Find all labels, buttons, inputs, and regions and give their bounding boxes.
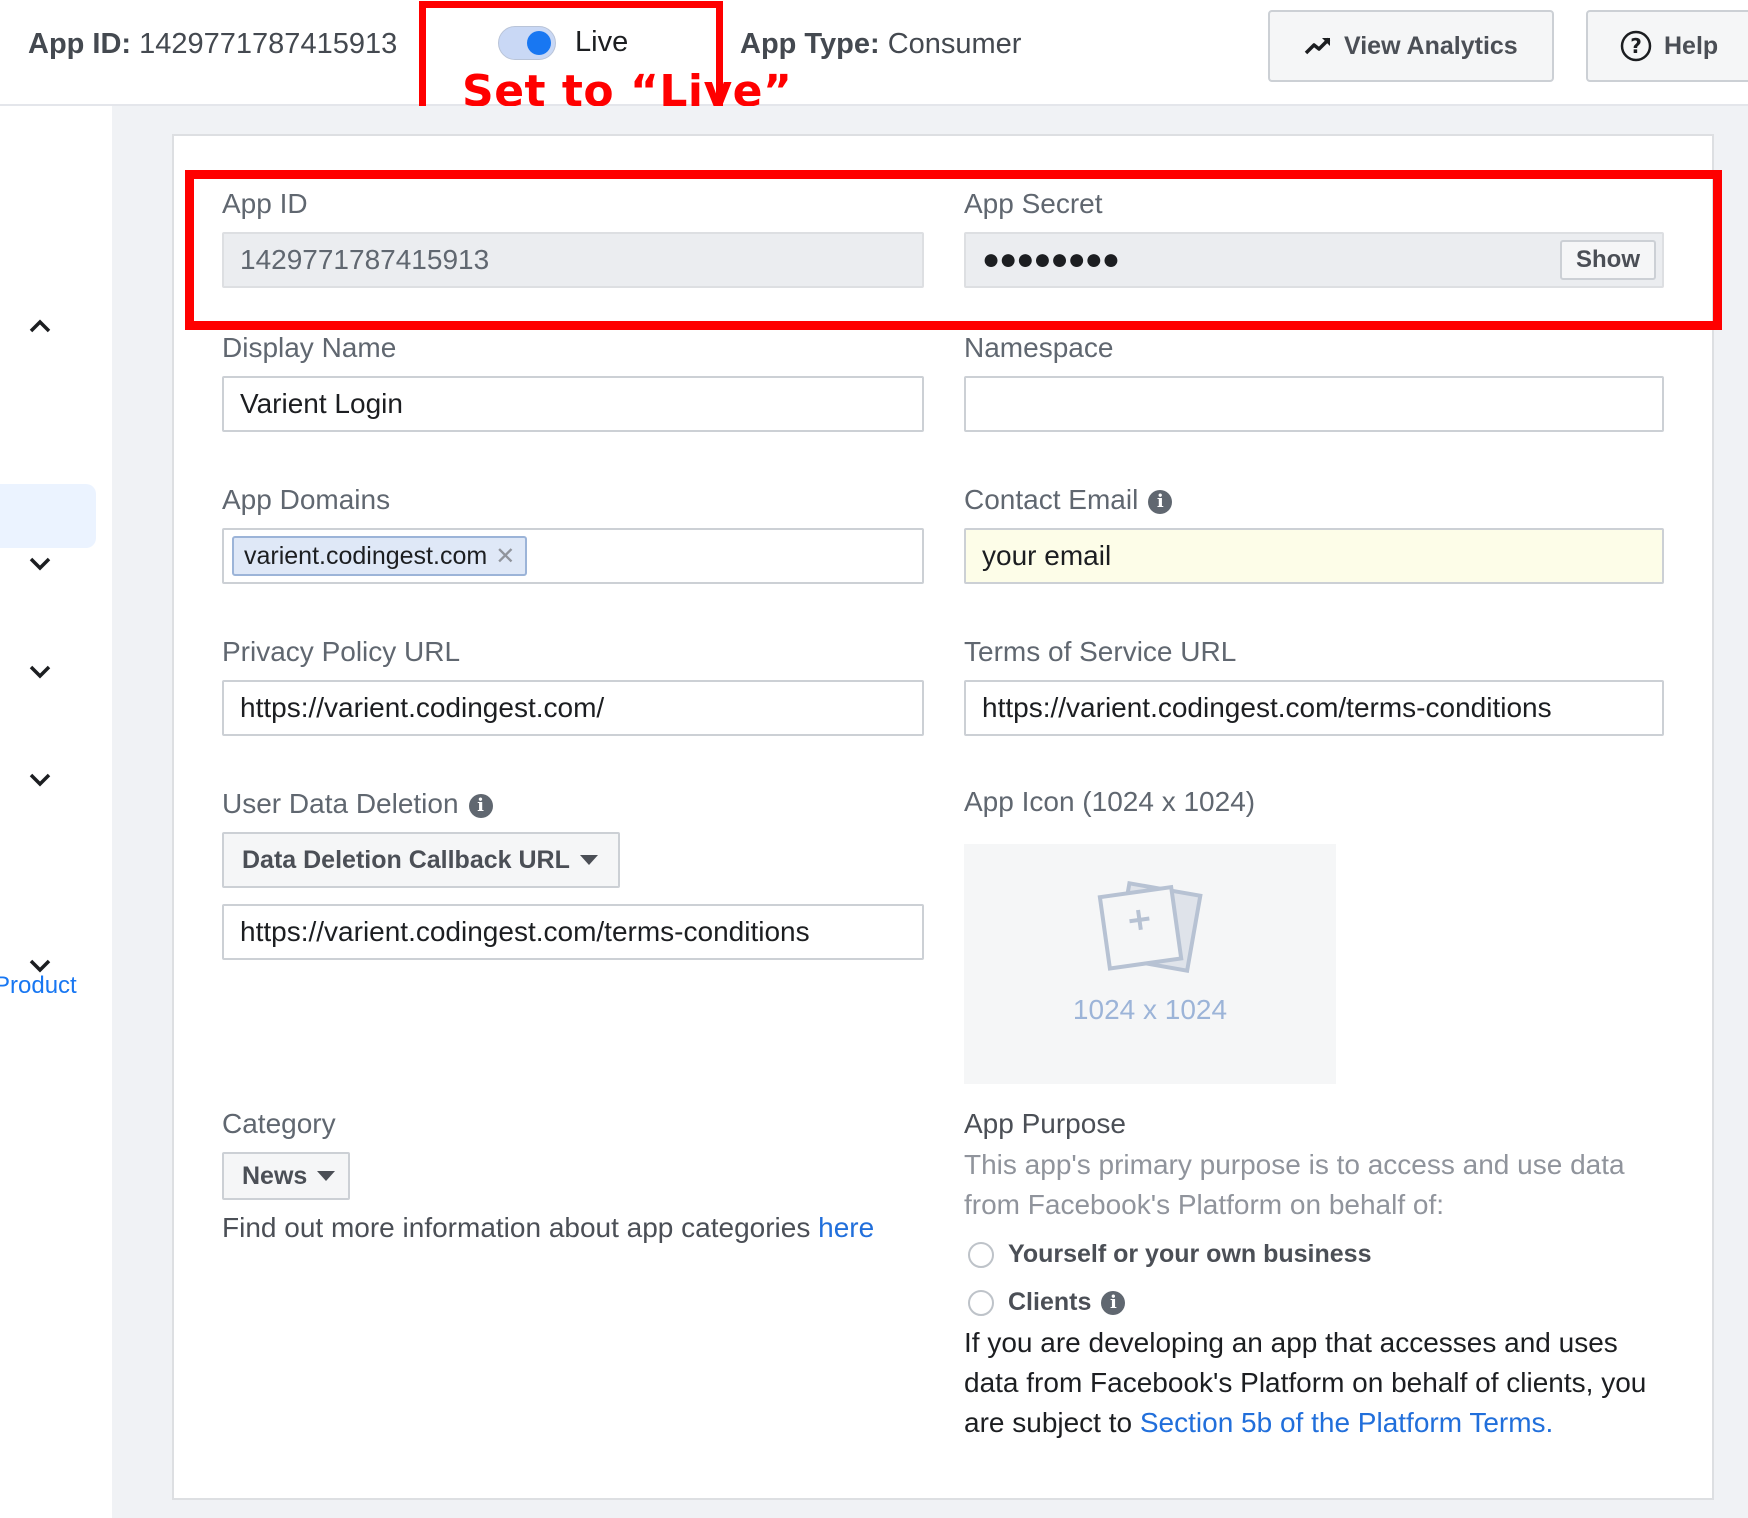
contact-email-value: your email bbox=[982, 540, 1112, 571]
radio-clients-label: Clients bbox=[1008, 1288, 1092, 1316]
top-bar: App ID: 1429771787415913 Live App Type: … bbox=[0, 0, 1748, 106]
header-app-type-value: Consumer bbox=[887, 28, 1022, 60]
clients-text-1: If you are developing an app that access… bbox=[964, 1327, 1618, 1358]
terms-of-service-label: Terms of Service URL bbox=[964, 636, 1237, 667]
category-value: News bbox=[242, 1161, 308, 1190]
radio-option-clients[interactable]: Clients i bbox=[968, 1288, 1126, 1317]
data-deletion-url-value: https://varient.codingest.com/terms-cond… bbox=[240, 916, 810, 947]
left-sidebar: Product bbox=[0, 106, 112, 1518]
image-placeholder-icon bbox=[1097, 880, 1203, 973]
contact-email-field[interactable]: your email bbox=[964, 528, 1664, 584]
app-icon-upload[interactable]: 1024 x 1024 bbox=[964, 844, 1336, 1084]
app-icon-size-label: 1024 x 1024 bbox=[1072, 994, 1228, 1025]
category-help-text-body: Find out more information about app cate… bbox=[222, 1212, 819, 1243]
terms-of-service-value: https://varient.codingest.com/terms-cond… bbox=[982, 692, 1552, 723]
header-app-type-label: App Type: bbox=[740, 28, 880, 60]
radio-button[interactable] bbox=[968, 1289, 994, 1316]
info-icon[interactable]: i bbox=[1101, 1290, 1126, 1315]
help-circle-icon: ? bbox=[1620, 30, 1652, 62]
clients-text-3-body: are subject to bbox=[964, 1407, 1140, 1438]
caret-down-icon bbox=[317, 1171, 336, 1181]
user-data-deletion-label-text: User Data Deletion bbox=[222, 788, 459, 819]
app-purpose-desc-2: from Facebook's Platform on behalf of: bbox=[964, 1189, 1445, 1220]
app-domains-label: App Domains bbox=[222, 484, 391, 515]
help-button[interactable]: ? Help bbox=[1586, 10, 1748, 82]
clients-text-3: are subject to Section 5b of the Platfor… bbox=[964, 1403, 1553, 1443]
namespace-field[interactable] bbox=[964, 376, 1664, 432]
clients-text-2: data from Facebook's Platform on behalf … bbox=[964, 1367, 1647, 1398]
annotation-keys-box bbox=[185, 170, 1722, 330]
category-help-text: Find out more information about app cate… bbox=[222, 1208, 874, 1248]
platform-terms-link[interactable]: Section 5b of the Platform Terms. bbox=[1140, 1407, 1553, 1438]
header-app-type: App Type: Consumer bbox=[740, 28, 1021, 61]
category-help-link[interactable]: here bbox=[818, 1212, 874, 1243]
help-label: Help bbox=[1664, 31, 1719, 60]
header-app-id-label: App ID: bbox=[28, 28, 132, 60]
view-analytics-label: View Analytics bbox=[1344, 31, 1518, 60]
privacy-policy-field[interactable]: https://varient.codingest.com/ bbox=[222, 680, 924, 736]
radio-button[interactable] bbox=[968, 1241, 994, 1268]
category-label: Category bbox=[222, 1108, 336, 1139]
chevron-down-icon[interactable] bbox=[26, 952, 54, 980]
caret-down-icon bbox=[579, 855, 598, 865]
view-analytics-button[interactable]: View Analytics bbox=[1268, 10, 1554, 82]
app-domain-tag[interactable]: varient.codingest.com ✕ bbox=[232, 536, 528, 576]
chevron-down-icon[interactable] bbox=[26, 550, 54, 578]
app-purpose-label: App Purpose bbox=[964, 1108, 1126, 1139]
data-deletion-dropdown[interactable]: Data Deletion Callback URL bbox=[222, 832, 620, 888]
data-deletion-dropdown-label: Data Deletion Callback URL bbox=[242, 845, 570, 874]
remove-tag-icon[interactable]: ✕ bbox=[495, 542, 515, 571]
chevron-down-icon[interactable] bbox=[26, 766, 54, 794]
display-name-value: Varient Login bbox=[240, 388, 403, 419]
namespace-label: Namespace bbox=[964, 332, 1114, 363]
display-name-field[interactable]: Varient Login bbox=[222, 376, 924, 432]
user-data-deletion-label: User Data Deletion i bbox=[222, 788, 493, 820]
info-icon[interactable]: i bbox=[468, 793, 493, 818]
header-app-id-value: 1429771787415913 bbox=[139, 28, 398, 60]
data-deletion-url-field[interactable]: https://varient.codingest.com/terms-cond… bbox=[222, 904, 924, 960]
contact-email-label-text: Contact Email bbox=[964, 484, 1139, 515]
sidebar-item-active[interactable] bbox=[0, 484, 96, 548]
privacy-policy-value: https://varient.codingest.com/ bbox=[240, 692, 605, 723]
svg-text:?: ? bbox=[1630, 34, 1642, 58]
info-icon[interactable]: i bbox=[1148, 489, 1173, 514]
radio-option-yourself[interactable]: Yourself or your own business bbox=[968, 1240, 1372, 1269]
header-app-id: App ID: 1429771787415913 bbox=[28, 28, 397, 61]
display-name-label: Display Name bbox=[222, 332, 397, 363]
radio-yourself-label: Yourself or your own business bbox=[1008, 1240, 1372, 1268]
app-domain-tag-label: varient.codingest.com bbox=[244, 541, 488, 570]
app-purpose-desc-1: This app's primary purpose is to access … bbox=[964, 1149, 1625, 1180]
trend-up-icon bbox=[1304, 37, 1331, 55]
category-dropdown[interactable]: News bbox=[222, 1152, 350, 1200]
app-icon-label: App Icon (1024 x 1024) bbox=[964, 786, 1256, 817]
contact-email-label: Contact Email i bbox=[964, 484, 1173, 516]
terms-of-service-field[interactable]: https://varient.codingest.com/terms-cond… bbox=[964, 680, 1664, 736]
chevron-down-icon[interactable] bbox=[26, 658, 54, 686]
chevron-up-icon[interactable] bbox=[26, 312, 54, 340]
app-domains-field[interactable]: varient.codingest.com ✕ bbox=[222, 528, 924, 584]
privacy-policy-label: Privacy Policy URL bbox=[222, 636, 461, 667]
